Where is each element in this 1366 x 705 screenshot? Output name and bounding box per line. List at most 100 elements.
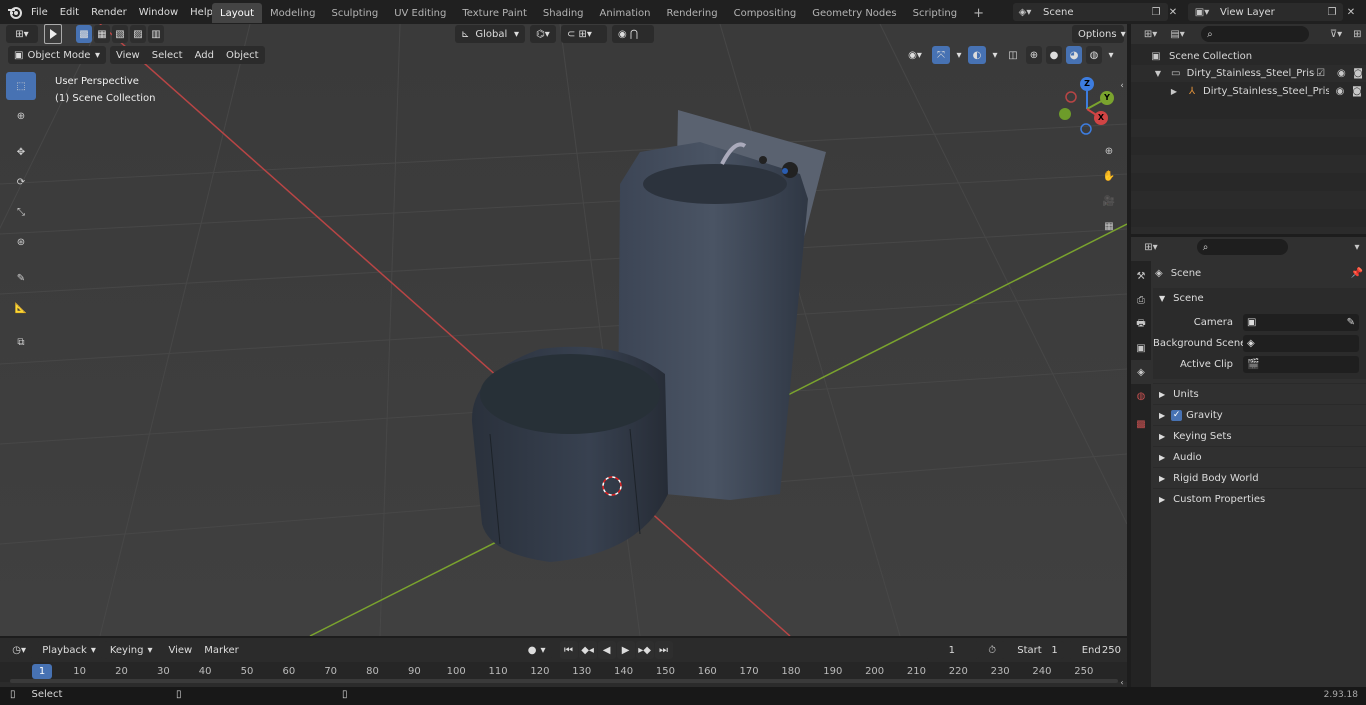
editor-type-icon[interactable]: ⊞▾ <box>6 25 38 43</box>
xray-toggle-icon[interactable]: ◫ <box>1004 46 1022 64</box>
gizmo-y-axis[interactable]: Y <box>1100 91 1114 105</box>
gizmo-z-axis[interactable]: Z <box>1080 77 1094 91</box>
extend-selection-icon[interactable]: ▦ <box>94 25 110 43</box>
tool-tab-icon[interactable]: ⚒ <box>1131 264 1151 288</box>
menu-render[interactable]: Render <box>85 1 133 23</box>
set-new-selection-icon[interactable]: ▩ <box>76 25 92 43</box>
measure-tool-icon[interactable]: 📐 <box>6 294 36 322</box>
transform-orientation-dropdown[interactable]: ⊾ Global ▾ <box>455 25 525 43</box>
proportional-edit-icon[interactable]: ◉ ⋂ <box>612 25 654 43</box>
chevron-down-icon[interactable]: ▾ <box>990 46 1000 64</box>
tab-animation[interactable]: Animation <box>592 3 659 23</box>
camera-view-icon[interactable]: 🎥 <box>1098 190 1120 212</box>
intersect-selection-icon[interactable]: ▥ <box>148 25 164 43</box>
collapse-sidebar-icon[interactable]: ‹ <box>1117 80 1127 92</box>
tab-geometry-nodes[interactable]: Geometry Nodes <box>804 3 904 23</box>
audio-panel-header[interactable]: ▶ Audio <box>1153 446 1366 467</box>
scene-tab-icon[interactable]: ◈ <box>1131 360 1151 384</box>
play-icon[interactable]: ▶ <box>616 641 635 659</box>
prev-keyframe-icon[interactable]: ◆◂ <box>578 641 597 659</box>
filter-icon[interactable]: ⊽▾ <box>1323 29 1348 40</box>
frame-ruler[interactable]: 1 10 20 30 40 50 60 70 80 90 100 110 120 130 140 150 160… <box>0 662 1127 683</box>
units-panel-header[interactable]: ▶ Units <box>1153 383 1366 404</box>
gravity-panel-header[interactable]: ▶ ✓ Gravity <box>1153 404 1366 425</box>
current-frame-field[interactable]: 1 <box>924 641 980 659</box>
view-layer-selector[interactable]: ▣▾ View Layer <box>1188 3 1343 21</box>
timeline-scrollbar[interactable] <box>10 679 1118 683</box>
options-dropdown[interactable]: Options ▾ <box>1072 25 1126 43</box>
play-reverse-icon[interactable]: ◀ <box>597 641 616 659</box>
move-tool-icon[interactable]: ✥ <box>6 138 36 166</box>
outliner-row-object[interactable]: ▶ ⅄ Dirty_Stainless_Steel_Pris ◉ ◙ <box>1131 83 1366 100</box>
world-tab-icon[interactable]: ◍ <box>1131 384 1151 408</box>
select-box-tool-icon[interactable]: ⬚ <box>6 72 36 100</box>
chevron-down-icon[interactable]: ▾ <box>1106 46 1116 64</box>
tab-uv-editing[interactable]: UV Editing <box>386 3 454 23</box>
expand-arrow-icon[interactable]: ▼ <box>1153 69 1163 78</box>
gravity-checkbox[interactable]: ✓ <box>1171 409 1183 421</box>
collapse-icon[interactable]: ‹ <box>1118 678 1126 687</box>
eye-icon[interactable]: ◉ <box>1331 86 1349 97</box>
zoom-icon[interactable]: ⊕ <box>1098 140 1120 162</box>
menu-view[interactable]: View <box>162 641 198 659</box>
camera-field[interactable]: ▣ ✎ <box>1243 314 1359 331</box>
tab-scripting[interactable]: Scripting <box>905 3 965 23</box>
outliner-search-input[interactable]: ⌕ <box>1201 26 1310 42</box>
active-clip-field[interactable]: 🎬 <box>1243 356 1359 373</box>
perspective-toggle-icon[interactable]: ▦ <box>1098 215 1120 237</box>
delete-scene-icon[interactable]: ✕ <box>1166 3 1180 21</box>
3d-viewport[interactable]: ⊞▾ ▩ ▦ ▧ ▨ ▥ ⊾ Global ▾ ⌬▾ ⊂ ⊞▾ ◉ ⋂ Opti… <box>0 24 1127 636</box>
menu-object[interactable]: Object <box>220 46 265 64</box>
rigid-body-world-panel-header[interactable]: ▶ Rigid Body World <box>1153 467 1366 488</box>
gizmo-x-axis[interactable]: X <box>1094 111 1108 125</box>
camera-render-icon[interactable]: ◙ <box>1350 68 1366 79</box>
annotate-tool-icon[interactable]: ✎ <box>6 264 36 292</box>
pin-icon[interactable]: 📌 <box>1351 268 1363 279</box>
add-cube-tool-icon[interactable]: ⧉ <box>6 328 36 356</box>
menu-add[interactable]: Add <box>189 46 220 64</box>
jump-to-end-icon[interactable]: ⏭ <box>654 641 673 659</box>
end-frame-field[interactable]: End 250 <box>1067 641 1127 659</box>
wireframe-shading-icon[interactable]: ⊕ <box>1026 46 1042 64</box>
copy-scene-icon[interactable]: ❐ <box>1148 3 1164 21</box>
tab-shading[interactable]: Shading <box>535 3 592 23</box>
solid-shading-icon[interactable]: ● <box>1046 46 1062 64</box>
add-workspace-icon[interactable]: + <box>965 3 992 23</box>
editor-type-icon[interactable]: ⊞▾ <box>1137 242 1165 253</box>
visibility-icon[interactable]: ◉▾ <box>902 46 928 64</box>
overlays-toggle-icon[interactable]: ◐ <box>968 46 986 64</box>
view-layer-tab-icon[interactable]: ▣ <box>1131 336 1151 360</box>
editor-type-icon[interactable]: ⊞▾ <box>1137 29 1164 40</box>
tab-rendering[interactable]: Rendering <box>659 3 726 23</box>
blender-logo-icon[interactable] <box>6 3 24 21</box>
properties-search-input[interactable]: ⌕ <box>1196 239 1289 255</box>
tab-modeling[interactable]: Modeling <box>262 3 324 23</box>
material-shading-icon[interactable]: ◕ <box>1066 46 1082 64</box>
expand-arrow-icon[interactable]: ▶ <box>1169 87 1179 96</box>
chevron-down-icon[interactable]: ▾ <box>954 46 964 64</box>
subtract-selection-icon[interactable]: ▧ <box>112 25 128 43</box>
camera-render-icon[interactable]: ◙ <box>1349 86 1365 97</box>
gizmo-toggle-icon[interactable]: ⤧ <box>932 46 950 64</box>
auto-keying-toggle[interactable]: ● ▾ <box>521 641 552 659</box>
new-collection-icon[interactable]: ⊞ <box>1349 29 1366 40</box>
keying-sets-panel-header[interactable]: ▶ Keying Sets <box>1153 425 1366 446</box>
cursor-tool-icon[interactable]: ⊕ <box>6 102 36 130</box>
rendered-shading-icon[interactable]: ◍ <box>1086 46 1102 64</box>
editor-type-icon[interactable]: ◷▾ <box>6 641 33 659</box>
start-frame-field[interactable]: Start 1 <box>1001 641 1064 659</box>
playback-menu[interactable]: Playback ▾ <box>36 641 102 659</box>
select-tool-icon[interactable] <box>44 24 62 44</box>
mode-dropdown[interactable]: ▣ Object Mode ▾ <box>8 46 106 64</box>
chevron-down-icon[interactable]: ▾ <box>1348 242 1366 253</box>
scene-collection-row[interactable]: ▣ Scene Collection <box>1149 48 1252 64</box>
menu-view[interactable]: View <box>110 46 146 64</box>
texture-tab-icon[interactable]: ▩ <box>1131 412 1151 436</box>
eye-icon[interactable]: ◉ <box>1333 68 1351 79</box>
menu-edit[interactable]: Edit <box>54 1 85 23</box>
tab-layout[interactable]: Layout <box>212 3 262 23</box>
menu-file[interactable]: File <box>25 1 54 23</box>
render-tab-icon[interactable]: ⎙ <box>1131 288 1151 312</box>
custom-properties-panel-header[interactable]: ▶ Custom Properties <box>1153 488 1366 509</box>
checkbox-icon[interactable]: ☑ <box>1315 68 1327 79</box>
